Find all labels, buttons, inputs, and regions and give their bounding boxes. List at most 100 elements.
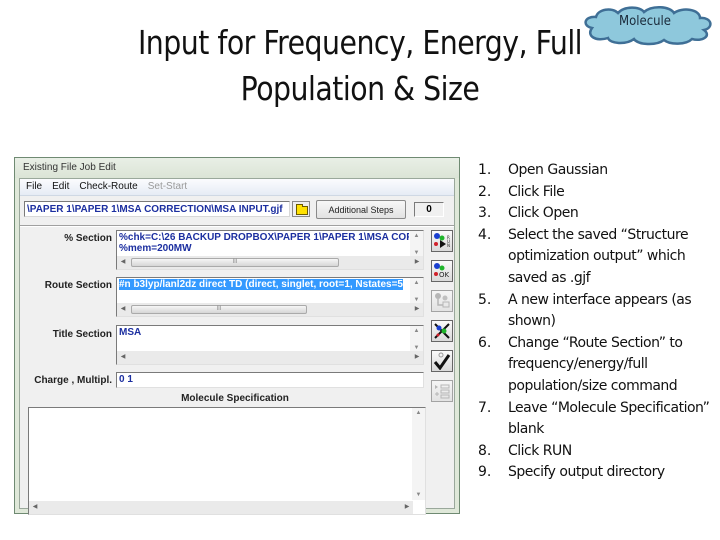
scroll-up-arrow-icon[interactable]: ▲: [412, 408, 425, 418]
step-number: 2.: [478, 183, 492, 200]
step-number: 9.: [478, 464, 492, 481]
folder-icon: [296, 204, 308, 215]
title-section-textarea[interactable]: MSA ▲ ▼ ◀ ▶: [116, 325, 424, 365]
slide-title-line-2: Population & Size: [240, 69, 480, 108]
step-text: Click RUN: [508, 442, 572, 459]
step-item: 4. Select the saved “Structure optimizati…: [478, 225, 718, 290]
slide-title-line-1: Input for Frequency, Energy, Full: [137, 23, 583, 62]
menu-bar: File Edit Check-Route Set-Start: [20, 179, 454, 196]
step-number: 4.: [478, 226, 492, 243]
step-text: Select the saved “Structure optimization…: [508, 226, 689, 286]
scroll-up-arrow-icon[interactable]: ▲: [410, 278, 423, 288]
step-item: 6. Change “Route Section” to frequency/en…: [478, 333, 718, 398]
menu-edit[interactable]: Edit: [52, 179, 69, 195]
step-text: Specify output directory: [508, 464, 665, 481]
run-icon: R U N: [434, 233, 450, 248]
link0-section-text: %chk=C:\26 BACKUP DROPBOX\PAPER 1\PAPER …: [119, 232, 409, 254]
molecule-horizontal-scrollbar[interactable]: ◀ ▶: [29, 501, 413, 514]
route-section-text: #n b3lyp/lanl2dz direct TD (direct, sing…: [119, 279, 409, 290]
route-selected-text: #n b3lyp/lanl2dz direct TD (direct, sing…: [119, 279, 403, 290]
window-titlebar[interactable]: Existing File Job Edit: [15, 158, 459, 178]
slide-title: Input for Frequency, Energy, Full Popula…: [102, 20, 618, 112]
step-item: 9. Specify output directory: [478, 462, 718, 484]
scroll-right-arrow-icon[interactable]: ▶: [411, 303, 423, 316]
route-horizontal-scrollbar[interactable]: ◀ III ▶: [117, 303, 423, 316]
run-button[interactable]: R U N: [431, 230, 453, 252]
scroll-thumb[interactable]: III: [131, 258, 339, 267]
scroll-right-arrow-icon[interactable]: ▶: [411, 351, 423, 364]
scroll-left-arrow-icon[interactable]: ◀: [117, 256, 129, 269]
link0-section-label: % Section: [64, 233, 112, 244]
step-text: Click File: [508, 183, 565, 200]
step-number: 8.: [478, 442, 492, 459]
step-number: 7.: [478, 399, 492, 416]
scroll-up-arrow-icon[interactable]: ▲: [410, 326, 423, 336]
ok-button[interactable]: OK: [431, 260, 453, 282]
scroll-left-arrow-icon[interactable]: ◀: [29, 501, 41, 514]
cloud-label: Molecule: [618, 14, 672, 29]
molecule-vertical-scrollbar[interactable]: ▲ ▼: [412, 408, 425, 500]
scroll-left-arrow-icon[interactable]: ◀: [117, 351, 129, 364]
instruction-steps-list: 1. Open Gaussian 2. Click File 3. Click Ope…: [478, 160, 718, 484]
link0-line-1: %chk=C:\26 BACKUP DROPBOX\PAPER 1\PAPER …: [119, 232, 409, 243]
title-section-label: Title Section: [52, 329, 112, 340]
additional-steps-count: 0: [414, 202, 444, 217]
structure-icon: [435, 293, 450, 308]
charge-multiplicity-field[interactable]: 0 1: [116, 372, 424, 388]
job-edit-window: Existing File Job Edit File Edit Check-R…: [14, 157, 460, 515]
scroll-down-arrow-icon[interactable]: ▼: [412, 490, 425, 500]
svg-text:N: N: [447, 243, 450, 248]
cancel-button[interactable]: [431, 320, 453, 342]
scroll-right-arrow-icon[interactable]: ▶: [411, 256, 423, 269]
menu-file[interactable]: File: [26, 179, 42, 195]
window-client-area: File Edit Check-Route Set-Start \PAPER 1…: [19, 178, 455, 515]
step-text: Open Gaussian: [508, 162, 608, 178]
scroll-up-arrow-icon[interactable]: ▲: [410, 231, 423, 241]
step-item: 1. Open Gaussian: [478, 160, 718, 182]
svg-text:OK: OK: [439, 271, 450, 279]
charge-multiplicity-label: Charge , Multipl.: [34, 375, 112, 386]
title-vertical-scrollbar[interactable]: ▲ ▼: [410, 326, 423, 353]
step-text: Click Open: [508, 205, 579, 222]
title-horizontal-scrollbar[interactable]: ◀ ▶: [117, 351, 423, 364]
step-text: A new interface appears (as shown): [508, 291, 692, 330]
step-text: Leave “Molecule Specification” blank: [508, 399, 710, 438]
check-button[interactable]: [431, 350, 453, 372]
edit-structure-button[interactable]: [431, 290, 453, 312]
check-icon: [433, 352, 451, 370]
scroll-left-arrow-icon[interactable]: ◀: [117, 303, 129, 316]
file-path-field[interactable]: \PAPER 1\PAPER 1\MSA CORRECTION\MSA INPU…: [24, 201, 290, 217]
link0-section-textarea[interactable]: %chk=C:\26 BACKUP DROPBOX\PAPER 1\PAPER …: [116, 230, 424, 270]
menu-check-route[interactable]: Check-Route: [79, 179, 137, 195]
menu-set-start[interactable]: Set-Start: [148, 179, 187, 195]
list-steps-button[interactable]: [431, 380, 453, 402]
step-number: 3.: [478, 205, 492, 222]
molecule-specification-textarea[interactable]: ▲ ▼ ◀ ▶: [28, 407, 426, 515]
step-text: Change “Route Section” to frequency/ener…: [508, 334, 683, 394]
divider: [20, 225, 454, 227]
list-icon: [435, 384, 450, 399]
route-section-label: Route Section: [44, 280, 112, 291]
scroll-right-arrow-icon[interactable]: ▶: [401, 501, 413, 514]
cancel-icon: [434, 323, 450, 339]
step-item: 3. Click Open: [478, 203, 718, 225]
scroll-thumb[interactable]: III: [131, 305, 307, 314]
route-vertical-scrollbar[interactable]: ▲ ▼: [410, 278, 423, 305]
step-item: 2. Click File: [478, 182, 718, 204]
step-number: 5.: [478, 291, 492, 308]
step-item: 5. A new interface appears (as shown): [478, 290, 718, 333]
additional-steps-button[interactable]: Additional Steps: [316, 200, 406, 219]
step-item: 8. Click RUN: [478, 441, 718, 463]
ok-icon: OK: [434, 263, 450, 279]
link0-vertical-scrollbar[interactable]: ▲ ▼: [410, 231, 423, 258]
title-section-text: MSA: [119, 327, 142, 338]
molecule-specification-label: Molecule Specification: [181, 393, 289, 404]
browse-folder-button[interactable]: [292, 201, 310, 217]
molecule-cloud-callout: Molecule: [580, 4, 714, 46]
step-number: 1.: [478, 162, 492, 178]
file-path-row: \PAPER 1\PAPER 1\MSA CORRECTION\MSA INPU…: [24, 199, 450, 221]
link0-line-2: %mem=200MW: [119, 243, 192, 254]
route-section-textarea[interactable]: #n b3lyp/lanl2dz direct TD (direct, sing…: [116, 277, 424, 317]
step-number: 6.: [478, 334, 492, 351]
link0-horizontal-scrollbar[interactable]: ◀ III ▶: [117, 256, 423, 269]
